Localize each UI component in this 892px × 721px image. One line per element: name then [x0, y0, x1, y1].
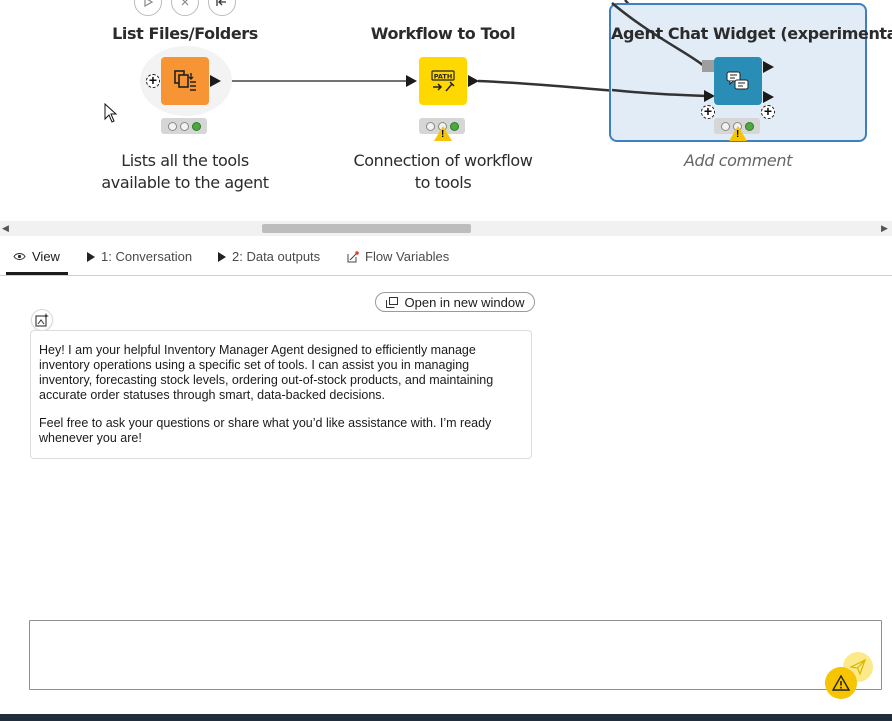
warning-triangle-icon: [832, 675, 850, 691]
play-icon: [218, 251, 226, 262]
flow-variable-icon: [347, 250, 359, 262]
open-in-new-window-button[interactable]: Open in new window: [375, 292, 535, 312]
scrollbar-thumb[interactable]: [262, 224, 471, 233]
eye-icon: [13, 253, 26, 260]
mouse-cursor-icon: [104, 103, 118, 123]
tab-view[interactable]: View: [13, 249, 60, 264]
add-comment-placeholder[interactable]: Add comment: [638, 150, 838, 172]
warning-icon: !: [729, 126, 747, 141]
agent-avatar: [31, 309, 53, 331]
scroll-right-arrow-icon[interactable]: ▶: [881, 223, 888, 234]
output-tabs: View 1: Conversation 2: Data outputs Flo…: [0, 237, 892, 276]
tab-conversation[interactable]: 1: Conversation: [87, 249, 192, 264]
open-in-new-window-label: Open in new window: [404, 294, 525, 310]
agent-message: Hey! I am your helpful Inventory Manager…: [30, 330, 532, 459]
input-port-agent-chat-gray[interactable]: [702, 60, 714, 72]
add-input-port-agent-chat-icon[interactable]: +: [701, 104, 715, 119]
tab-flow-variables[interactable]: Flow Variables: [347, 249, 449, 264]
agent-sparkle-icon: [35, 313, 49, 327]
node-title-agent-chat-widget[interactable]: Agent Chat Widget (experimental): [611, 24, 892, 43]
workflow-canvas[interactable]: List Files/Folders + Lists all the tools…: [0, 0, 892, 221]
output-port-agent-chat-2[interactable]: [763, 91, 774, 103]
agent-message-paragraph: Hey! I am your helpful Inventory Manager…: [39, 343, 494, 402]
tab-view-label: View: [32, 249, 60, 264]
tab-data-outputs[interactable]: 2: Data outputs: [218, 249, 320, 264]
open-window-icon: [385, 296, 398, 308]
tab-data-outputs-label: 2: Data outputs: [232, 249, 321, 264]
chat-bubbles-icon: [726, 71, 749, 90]
warning-badge[interactable]: [825, 667, 857, 699]
active-tab-indicator: [6, 272, 68, 275]
agent-message-paragraph: Feel free to ask your questions or share…: [39, 416, 492, 445]
tab-conversation-label: 1: Conversation: [101, 249, 193, 264]
add-output-port-agent-chat-icon[interactable]: +: [761, 104, 775, 119]
canvas-horizontal-scrollbar[interactable]: ◀ ▶: [0, 221, 892, 236]
chat-message-input[interactable]: [29, 620, 882, 690]
bottom-status-bar: [0, 714, 892, 721]
tab-flow-variables-label: Flow Variables: [365, 249, 450, 264]
output-port-agent-chat-1[interactable]: [763, 61, 774, 73]
agent-chat-widget-node[interactable]: [714, 57, 762, 105]
play-icon: [87, 251, 95, 262]
scroll-left-arrow-icon[interactable]: ◀: [2, 223, 9, 234]
